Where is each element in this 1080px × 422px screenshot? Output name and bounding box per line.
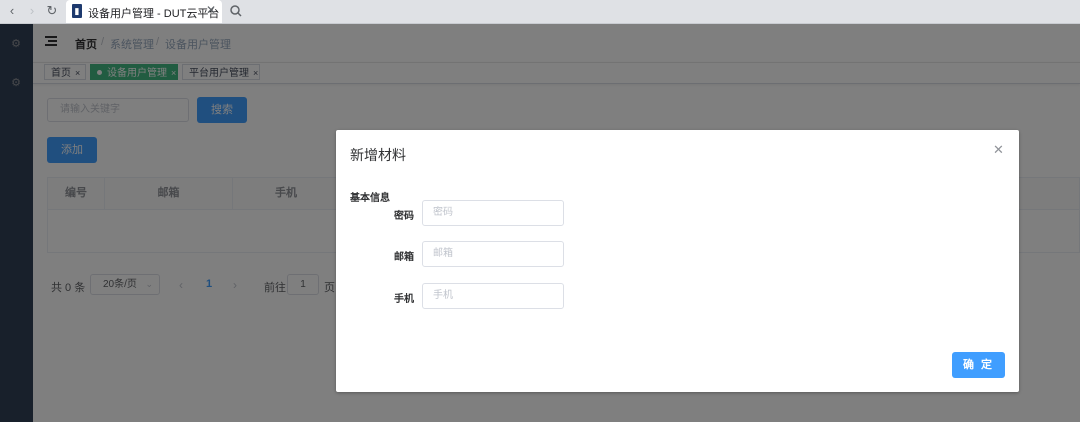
search-icon[interactable] bbox=[228, 3, 244, 19]
back-icon[interactable]: ‹ bbox=[4, 3, 20, 19]
confirm-button[interactable]: 确 定 bbox=[952, 352, 1005, 378]
close-icon[interactable]: ✕ bbox=[993, 142, 1004, 158]
browser-tab-title: 设备用户管理 - DUT云平台 bbox=[88, 8, 220, 20]
site-favicon-icon: ▮ bbox=[72, 4, 82, 18]
password-input[interactable]: 密码 bbox=[422, 200, 564, 226]
phone-label: 手机 bbox=[394, 294, 414, 305]
forward-icon[interactable]: › bbox=[24, 3, 40, 19]
tab-close-icon[interactable]: ✕ bbox=[206, 3, 216, 17]
add-material-dialog: 新增材料 ✕ 基本信息 密码 密码 邮箱 邮箱 手机 手机 确 定 bbox=[336, 130, 1019, 392]
section-title: 基本信息 bbox=[350, 193, 390, 204]
phone-input[interactable]: 手机 bbox=[422, 283, 564, 309]
email-input[interactable]: 邮箱 bbox=[422, 241, 564, 267]
password-label: 密码 bbox=[394, 211, 414, 222]
browser-tab[interactable]: ▮ 设备用户管理 - DUT云平台 ✕ bbox=[66, 0, 222, 23]
email-label: 邮箱 bbox=[394, 252, 414, 263]
dialog-title: 新增材料 bbox=[350, 147, 406, 163]
reload-icon[interactable]: ↻ bbox=[44, 3, 60, 19]
browser-toolbar: ‹ › ↻ ▮ 设备用户管理 - DUT云平台 ✕ bbox=[0, 0, 1080, 24]
